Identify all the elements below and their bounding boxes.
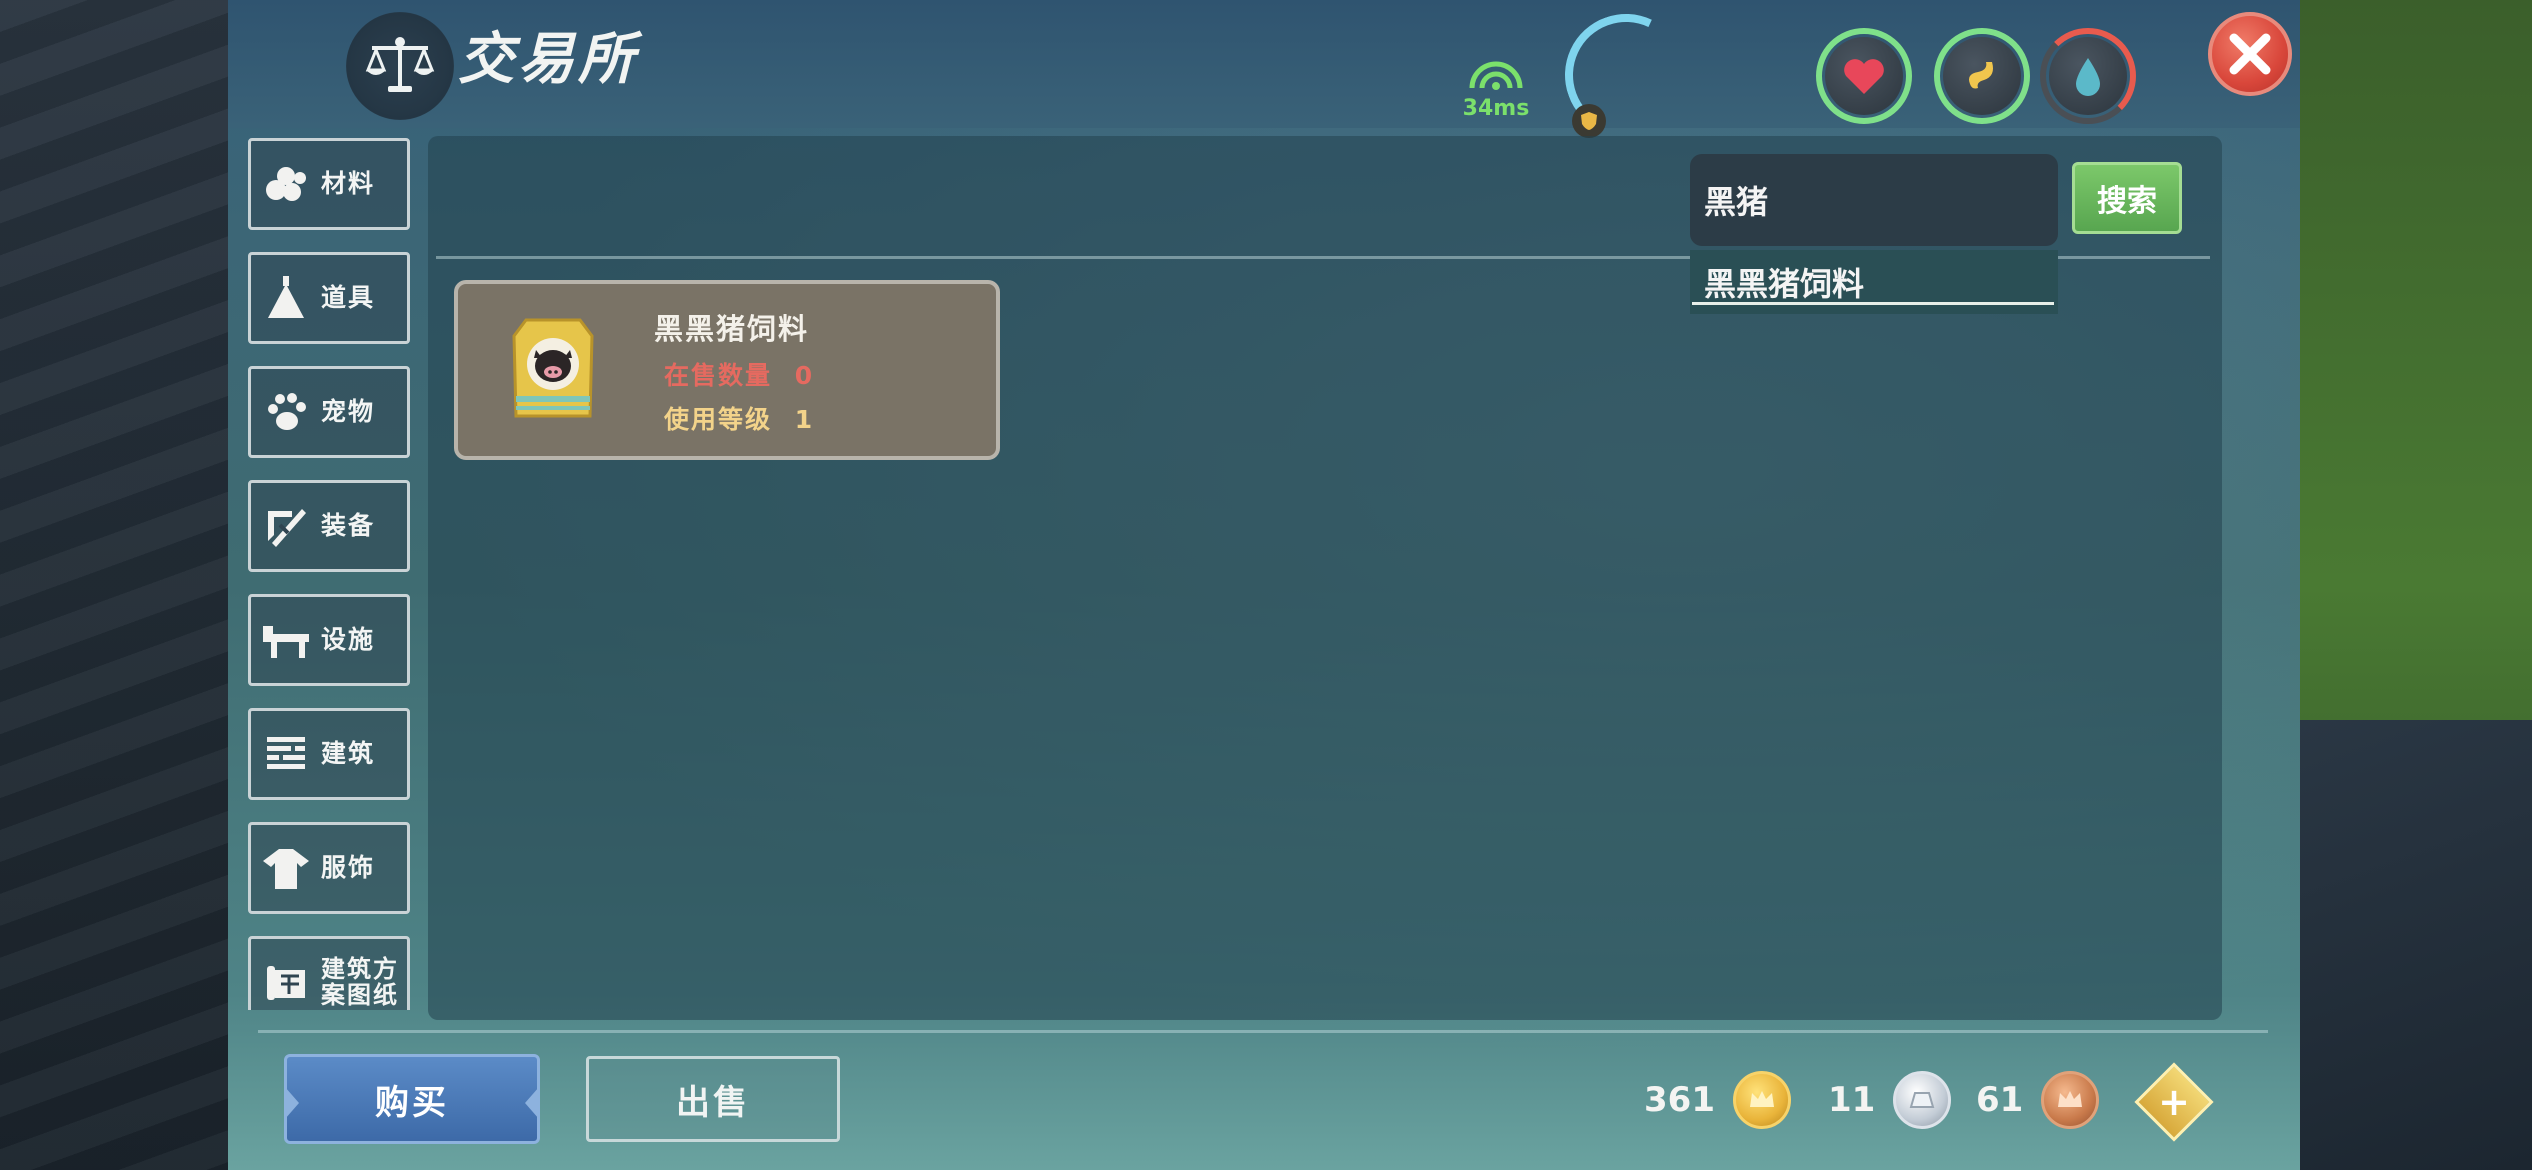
ping-text: 34ms <box>1462 96 1530 121</box>
item-stock: 在售数量 0 <box>664 356 814 392</box>
water-drop-icon <box>2076 58 2100 96</box>
sidebar-item-tools[interactable]: 道具 <box>248 252 410 344</box>
sidebar-item-label: 宠物 <box>321 397 376 426</box>
health-stat <box>1816 28 1912 124</box>
gold-amount: 361 <box>1644 1080 1715 1120</box>
category-sidebar: 材料 道具 宠物 装备 设施 建筑 服饰 建筑方 案图纸 <box>246 136 412 1010</box>
sidebar-item-facilities[interactable]: 设施 <box>248 594 410 686</box>
blueprint-icon <box>251 939 321 1010</box>
sidebar-item-label: 装备 <box>321 511 376 540</box>
search-input[interactable] <box>1704 181 2044 219</box>
chevron-right-icon <box>525 1087 539 1119</box>
sidebar-item-label: 设施 <box>321 625 376 654</box>
search-field[interactable] <box>1690 154 2058 246</box>
sidebar-item-materials[interactable]: 材料 <box>248 138 410 230</box>
bronze-coin-icon <box>2041 1071 2100 1129</box>
search-suggestion-text: 黑黑猪饲料 <box>1704 265 1865 303</box>
sidebar-item-clothing[interactable]: 服饰 <box>248 822 410 914</box>
sidebar-item-buildings[interactable]: 建筑 <box>248 708 410 800</box>
sell-label: 出售 <box>676 1082 750 1123</box>
gold-coin-icon <box>1732 1071 1791 1129</box>
suggestion-underline <box>1692 302 2054 305</box>
paw-icon <box>251 369 321 455</box>
pig-feed-bag-icon <box>496 312 610 426</box>
page-title: 交易所 <box>458 27 638 92</box>
item-level: 使用等级 1 <box>664 400 814 436</box>
silver-coin-icon <box>1893 1071 1952 1129</box>
sidebar-item-label-line1: 建筑方 <box>321 955 399 983</box>
plus-icon: + <box>2158 1080 2190 1124</box>
signal-icon <box>1469 61 1523 90</box>
close-icon <box>2229 33 2271 75</box>
buy-tab-button[interactable]: 购买 <box>284 1054 540 1144</box>
buy-label: 购买 <box>375 1082 449 1123</box>
sidebar-item-label: 材料 <box>321 169 376 198</box>
sidebar-item-label: 道具 <box>321 283 376 312</box>
building-icon <box>251 711 321 797</box>
world-right-wall <box>2300 720 2532 1170</box>
tools-icon <box>251 255 321 341</box>
bottom-divider <box>258 1030 2268 1033</box>
facility-icon <box>251 597 321 683</box>
sell-tab-button[interactable]: 出售 <box>586 1056 840 1142</box>
sidebar-item-label: 服饰 <box>321 853 376 882</box>
search-button[interactable]: 搜索 <box>2072 162 2182 234</box>
sidebar-item-blueprints[interactable]: 建筑方 案图纸 <box>248 936 410 1010</box>
shield-icon <box>1572 104 1606 138</box>
stock-value: 0 <box>794 361 815 390</box>
chevron-left-icon <box>285 1087 299 1119</box>
stomach-icon <box>1969 62 1993 89</box>
materials-icon <box>251 141 321 227</box>
equipment-icon <box>251 483 321 569</box>
bronze-amount: 61 <box>1976 1080 2024 1120</box>
stock-label: 在售数量 <box>664 361 773 390</box>
item-name: 黑黑猪饲料 <box>654 312 810 346</box>
level-label: 使用等级 <box>664 405 773 434</box>
thirst-stat <box>2040 28 2136 124</box>
close-button[interactable] <box>2208 12 2292 96</box>
sidebar-item-equipment[interactable]: 装备 <box>248 480 410 572</box>
scale-icon <box>346 12 454 120</box>
silver-currency: 11 <box>1828 1068 1952 1132</box>
sidebar-item-label: 建筑 <box>321 739 376 768</box>
silver-amount: 11 <box>1828 1080 1876 1120</box>
clothing-icon <box>251 825 321 911</box>
gold-currency: 361 <box>1644 1068 1791 1132</box>
hunger-stat <box>1934 28 2030 124</box>
level-value: 1 <box>794 405 815 434</box>
sidebar-item-pets[interactable]: 宠物 <box>248 366 410 458</box>
bronze-currency: 61 <box>1976 1068 2100 1132</box>
heart-icon <box>1844 59 1884 94</box>
item-card[interactable]: 黑黑猪饲料 在售数量 0 使用等级 1 <box>454 280 1000 460</box>
world-left-wall <box>0 0 228 1170</box>
network-ping: 34ms <box>1456 56 1536 121</box>
sidebar-item-label-line2: 案图纸 <box>321 981 399 1009</box>
